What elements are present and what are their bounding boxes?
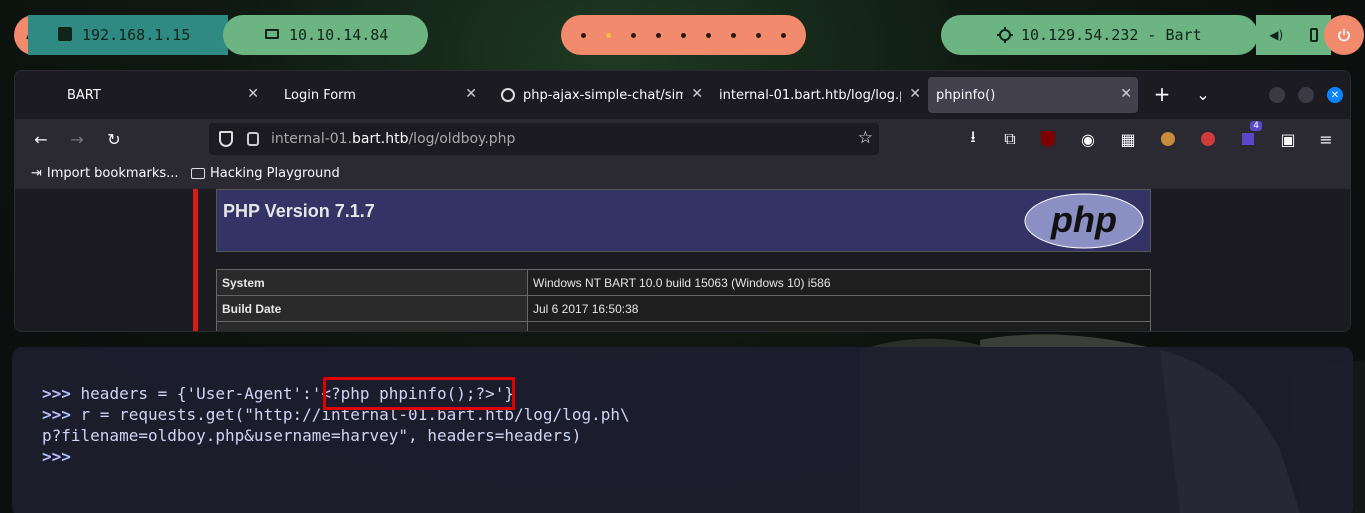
table-row: System Windows NT BART 10.0 build 15063 … xyxy=(216,269,1151,296)
shield-icon[interactable] xyxy=(219,131,233,147)
local-ip-text: 192.168.1.15 xyxy=(82,26,191,44)
tab-label: phpinfo() xyxy=(936,87,996,103)
new-tab-plus-icon[interactable]: + xyxy=(1152,82,1172,106)
url-text: internal-01.bart.htb/log/oldboy.php xyxy=(271,131,515,147)
tab-bart[interactable]: BART ✕ xyxy=(33,77,265,113)
maximize-button[interactable] xyxy=(1298,87,1314,103)
table-key: Build Date xyxy=(216,295,528,322)
reload-icon[interactable]: ↻ xyxy=(104,129,124,149)
url-domain: bart.htb xyxy=(352,131,409,147)
tab-github-chat[interactable]: php-ajax-simple-chat/sim ✕ xyxy=(499,77,703,113)
vpn-ip-indicator: 10.10.14.84 xyxy=(223,15,428,55)
terminal-window[interactable]: >>> headers = {'User-Agent':'<?php phpin… xyxy=(12,347,1353,513)
workspace-dot[interactable] xyxy=(756,32,761,38)
cookie-icon[interactable] xyxy=(1158,129,1178,149)
payload-highlight-box xyxy=(323,377,515,410)
bookmark-label: Import bookmarks... xyxy=(46,166,179,181)
power-button[interactable] xyxy=(1324,15,1364,55)
close-window-button[interactable]: ✕ xyxy=(1327,87,1343,103)
target-icon xyxy=(997,27,1013,43)
close-icon[interactable]: ✕ xyxy=(247,86,259,102)
ublock-origin-icon[interactable] xyxy=(1038,129,1058,149)
tab-label: Login Form xyxy=(284,87,356,103)
tab-label: BART xyxy=(67,87,101,103)
workspace-dot[interactable] xyxy=(706,32,711,38)
battery-icon[interactable] xyxy=(1309,28,1318,42)
tab-label: php-ajax-simple-chat/sim xyxy=(523,87,683,103)
tab-label: internal-01.bart.htb/log/log.p xyxy=(719,87,901,103)
bookmark-label: Hacking Playground xyxy=(210,166,340,181)
close-icon[interactable]: ✕ xyxy=(691,86,703,102)
volume-icon[interactable]: ◀) xyxy=(1269,28,1283,42)
system-tray: ◀) xyxy=(1256,15,1331,55)
url-path: /log/oldboy.php xyxy=(408,131,516,147)
github-icon xyxy=(501,88,515,102)
target-indicator: 10.129.54.232 - Bart xyxy=(941,15,1258,55)
container-icon[interactable]: ▣ xyxy=(1278,129,1298,149)
php-logo-text: php xyxy=(1050,199,1117,240)
phpinfo-header: PHP Version 7.1.7 php xyxy=(216,189,1151,252)
terminal-prompt: >>> xyxy=(42,405,71,424)
table-value: Windows NT BART 10.0 build 15063 (Window… xyxy=(527,269,1151,296)
target-text: 10.129.54.232 - Bart xyxy=(1021,26,1202,44)
table-row: Build Date Jul 6 2017 16:50:38 xyxy=(216,295,1151,322)
tab-bar: BART ✕ Login Form ✕ php-ajax-simple-chat… xyxy=(15,71,1350,119)
workspace-dot-active[interactable] xyxy=(606,32,611,38)
bookmark-star-icon[interactable]: ☆ xyxy=(858,128,873,148)
bookmark-hacking-playground[interactable]: Hacking Playground xyxy=(191,166,340,181)
power-icon xyxy=(1338,29,1350,42)
url-prefix: internal-01. xyxy=(271,131,353,147)
nav-toolbar: ← → ↻ internal-01.bart.htb/log/oldboy.ph… xyxy=(15,119,1350,159)
minimize-button[interactable] xyxy=(1269,87,1285,103)
lock-insecure-icon[interactable] xyxy=(247,132,259,146)
vpn-ip-text: 10.10.14.84 xyxy=(289,26,389,44)
local-ip-indicator: 192.168.1.15 xyxy=(28,15,228,55)
extensions-puzzle-icon[interactable]: ⧉ xyxy=(1000,129,1020,149)
workspace-dot[interactable] xyxy=(631,32,636,38)
red-side-bar xyxy=(193,189,198,331)
extension-badge: 4 xyxy=(1250,121,1262,131)
bookmarks-bar: ⇥ Import bookmarks... Hacking Playground xyxy=(15,159,1350,189)
terminal-line1-pre: headers = {'User-Agent':' xyxy=(70,384,322,403)
workspace-dot[interactable] xyxy=(581,32,586,38)
browser-window: BART ✕ Login Form ✕ php-ajax-simple-chat… xyxy=(14,70,1351,332)
workspace-dot[interactable] xyxy=(656,32,661,38)
phpinfo-table: System Windows NT BART 10.0 build 15063 … xyxy=(216,269,1151,331)
wappalyzer-icon[interactable]: 4 xyxy=(1238,121,1262,149)
php-logo: php xyxy=(1024,193,1144,249)
page-content: PHP Version 7.1.7 php System Windows NT … xyxy=(15,189,1350,331)
tab-list-chevron-down-icon[interactable]: ⌄ xyxy=(1193,84,1213,104)
url-bar[interactable]: internal-01.bart.htb/log/oldboy.php ☆ xyxy=(209,123,879,155)
close-icon[interactable]: ✕ xyxy=(909,86,921,102)
import-icon: ⇥ xyxy=(31,166,42,181)
bookmark-import[interactable]: ⇥ Import bookmarks... xyxy=(31,166,179,181)
close-icon[interactable]: ✕ xyxy=(465,86,477,102)
workspace-dot[interactable] xyxy=(781,32,786,38)
tab-log-php[interactable]: internal-01.bart.htb/log/log.p ✕ xyxy=(715,77,921,113)
table-value: Jul 6 2017 16:50:38 xyxy=(527,295,1151,322)
workspace-dot[interactable] xyxy=(681,32,686,38)
block-extension-icon[interactable] xyxy=(1198,129,1218,149)
forward-arrow-icon[interactable]: → xyxy=(67,129,87,149)
back-arrow-icon[interactable]: ← xyxy=(31,129,51,149)
workspace-switcher[interactable] xyxy=(561,15,806,55)
table-key: System xyxy=(216,269,528,296)
terminal-prompt: >>> xyxy=(42,384,71,403)
close-icon[interactable]: ✕ xyxy=(1120,86,1132,102)
owl-extension-icon[interactable]: ◉ xyxy=(1078,129,1098,149)
terminal-prompt: >>> xyxy=(42,447,71,466)
terminal-line3: p?filename=oldboy.php&username=harvey", … xyxy=(42,426,582,445)
tab-login-form[interactable]: Login Form ✕ xyxy=(267,77,483,113)
hamburger-menu-icon[interactable]: ≡ xyxy=(1316,129,1336,149)
qr-code-icon[interactable]: ▦ xyxy=(1118,129,1138,149)
folder-icon xyxy=(191,168,205,179)
workspace-dot[interactable] xyxy=(731,32,736,38)
ethernet-icon xyxy=(58,27,72,41)
tab-phpinfo[interactable]: phpinfo() ✕ xyxy=(928,77,1138,113)
laptop-icon xyxy=(265,29,279,39)
php-version-title: PHP Version 7.1.7 xyxy=(223,201,375,221)
downloads-icon[interactable]: ⭳ xyxy=(963,127,983,149)
